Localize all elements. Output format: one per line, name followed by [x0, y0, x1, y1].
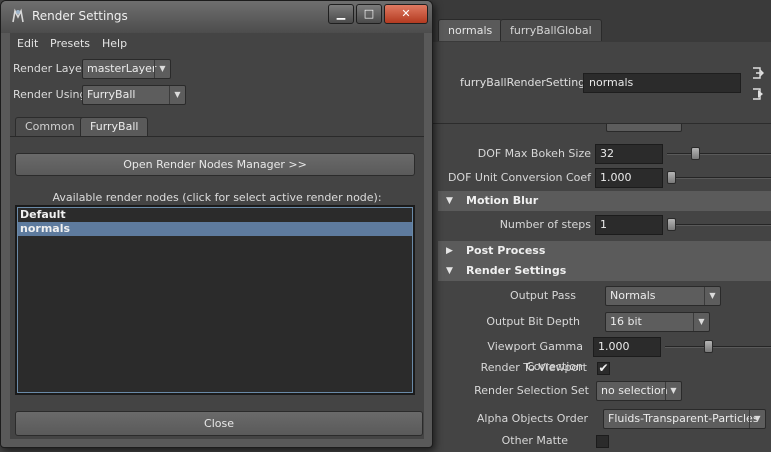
dof-clipped-dropdown[interactable]	[606, 124, 682, 132]
render-using-dropdown[interactable]: FurryBall ▼	[82, 85, 186, 105]
chevron-down-icon: ▼	[693, 313, 709, 331]
list-item-default[interactable]: Default	[18, 208, 412, 222]
motion-blur-section-header[interactable]: ▼ Motion Blur	[438, 191, 771, 211]
motion-blur-steps-field[interactable]: 1	[595, 215, 663, 235]
menu-presets[interactable]: Presets	[50, 37, 90, 50]
render-layer-value: masterLayer	[87, 62, 157, 75]
tab-common[interactable]: Common	[15, 117, 85, 136]
maya-app-icon	[12, 8, 24, 23]
render-to-viewport-label: Render To Viewport	[480, 361, 587, 374]
alpha-objects-order-row: Alpha Objects Order Fluids-Transparent-P…	[438, 409, 771, 431]
chevron-down-icon: ▼	[154, 60, 170, 78]
alpha-objects-order-dropdown[interactable]: Fluids-Transparent-Particles ▼	[603, 409, 766, 429]
render-selection-set-dropdown[interactable]: no selection ▼	[596, 381, 682, 401]
viewport-gamma-slider[interactable]	[665, 346, 771, 348]
render-using-label: Render Using	[13, 88, 87, 101]
chevron-down-icon: ▼	[169, 86, 185, 104]
output-bit-depth-dropdown[interactable]: 16 bit ▼	[605, 312, 710, 332]
motion-blur-steps-slider[interactable]	[667, 224, 771, 226]
output-pass-dropdown[interactable]: Normals ▼	[605, 286, 721, 306]
menu-help[interactable]: Help	[102, 37, 127, 50]
output-pass-row: Output Pass Normals ▼	[438, 286, 771, 308]
render-selection-set-value: no selection	[601, 384, 668, 397]
motion-blur-steps-row: Number of steps 1	[438, 215, 771, 237]
motion-blur-steps-label: Number of steps	[499, 218, 591, 231]
render-to-viewport-row: Render To Viewport ✔	[438, 358, 771, 380]
render-selection-set-label: Render Selection Set	[474, 384, 589, 397]
dof-max-bokeh-label: DOF Max Bokeh Size	[477, 147, 591, 160]
tab-furryball[interactable]: FurryBall	[80, 117, 149, 136]
post-process-section-header[interactable]: ▶ Post Process	[438, 241, 771, 261]
attribute-editor: normals furryBallGlobal furryBallRenderS…	[430, 0, 771, 452]
dof-clipped-row	[438, 124, 771, 134]
other-matte-label: Other Matte	[501, 434, 568, 447]
render-selection-set-row: Render Selection Set no selection ▼	[438, 381, 771, 403]
render-settings-section-header[interactable]: ▼ Render Settings	[438, 261, 771, 281]
focus-output-icon[interactable]	[751, 87, 765, 101]
render-nodes-list[interactable]: Default normals	[15, 205, 415, 395]
render-settings-section-label: Render Settings	[466, 264, 567, 277]
post-process-section-label: Post Process	[466, 244, 546, 257]
menu-edit[interactable]: Edit	[17, 37, 38, 50]
focus-input-icon[interactable]	[751, 66, 765, 80]
node-name-field[interactable]: normals	[583, 73, 741, 93]
open-render-nodes-manager-button[interactable]: Open Render Nodes Manager >>	[15, 153, 415, 176]
collapse-arrow-icon: ▶	[446, 246, 453, 256]
ae-attribute-scroll[interactable]: DOF Max Bokeh Size 32 DOF Unit Conversio…	[438, 124, 771, 452]
output-bit-depth-label: Output Bit Depth	[486, 315, 580, 328]
minimize-button[interactable]: ▁	[328, 4, 354, 24]
furryball-tab-content: Open Render Nodes Manager >> Available r…	[10, 136, 424, 439]
menu-bar: Edit Presets Help	[10, 33, 424, 55]
dof-unit-conv-label: DOF Unit Conversion Coef	[447, 171, 591, 184]
tab-normals[interactable]: normals	[438, 19, 503, 41]
render-settings-window: Render Settings ▁ □ ✕ Edit Presets Help …	[0, 0, 433, 448]
output-pass-label: Output Pass	[509, 289, 576, 302]
dof-unit-conv-slider[interactable]	[667, 177, 771, 179]
chevron-down-icon: ▼	[704, 287, 720, 305]
chevron-down-icon: ▼	[665, 382, 681, 400]
alpha-objects-order-label: Alpha Objects Order	[476, 412, 588, 425]
output-bit-depth-value: 16 bit	[610, 315, 642, 328]
render-layer-dropdown[interactable]: masterLayer ▼	[82, 59, 171, 79]
available-nodes-label: Available render nodes (click for select…	[52, 191, 382, 204]
window-title: Render Settings	[32, 9, 128, 23]
tab-furryballglobal[interactable]: furryBallGlobal	[500, 19, 602, 41]
dof-unit-conv-row: DOF Unit Conversion Coef 1.000	[438, 168, 771, 190]
motion-blur-steps-slider-handle[interactable]	[667, 218, 676, 231]
dof-max-bokeh-slider-handle[interactable]	[690, 147, 700, 160]
dof-unit-conv-field[interactable]: 1.000	[595, 168, 663, 188]
list-item-normals[interactable]: normals	[18, 222, 412, 236]
dof-max-bokeh-field[interactable]: 32	[595, 144, 663, 164]
render-layer-label: Render Layer	[13, 62, 87, 75]
viewport-gamma-row: Viewport Gamma Correction 1.000	[438, 337, 771, 373]
viewport-gamma-field[interactable]: 1.000	[593, 337, 661, 357]
render-to-viewport-checkbox[interactable]: ✔	[597, 362, 610, 375]
dof-max-bokeh-slider[interactable]	[667, 153, 771, 155]
dof-max-bokeh-row: DOF Max Bokeh Size 32	[438, 144, 771, 166]
other-matte-checkbox[interactable]	[596, 435, 609, 448]
close-button[interactable]: Close	[15, 411, 423, 436]
render-using-value: FurryBall	[87, 88, 136, 101]
ae-tab-bar: normals furryBallGlobal	[430, 0, 771, 42]
ae-node-header: furryBallRenderSettings: normals	[430, 42, 771, 124]
chevron-down-icon: ▼	[749, 410, 765, 428]
maximize-button[interactable]: □	[356, 4, 382, 24]
other-matte-row: Other Matte	[438, 431, 771, 452]
output-bit-depth-row: Output Bit Depth 16 bit ▼	[438, 312, 771, 334]
alpha-objects-order-value: Fluids-Transparent-Particles	[608, 412, 759, 425]
close-window-button[interactable]: ✕	[384, 4, 428, 24]
expand-arrow-icon: ▼	[446, 196, 453, 206]
window-title-bar[interactable]: Render Settings ▁ □ ✕	[1, 1, 432, 33]
expand-arrow-icon: ▼	[446, 266, 453, 276]
viewport-gamma-slider-handle[interactable]	[703, 340, 713, 353]
node-name-label: furryBallRenderSettings:	[460, 76, 595, 89]
dof-unit-conv-slider-handle[interactable]	[667, 171, 676, 184]
motion-blur-section-label: Motion Blur	[466, 194, 539, 207]
output-pass-value: Normals	[610, 289, 656, 302]
